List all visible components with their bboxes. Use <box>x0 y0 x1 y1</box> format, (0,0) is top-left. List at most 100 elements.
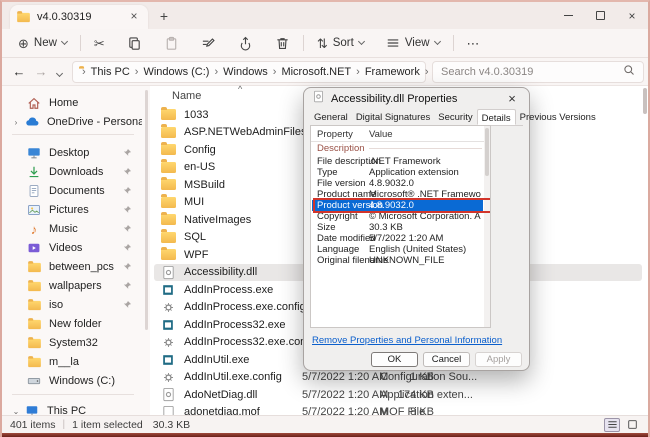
chevron-down-icon <box>55 69 62 76</box>
copy-button[interactable] <box>121 33 148 54</box>
property-value: 4.8.9032.0 <box>369 200 481 211</box>
sidebar-item-system32[interactable]: System32 <box>2 334 142 352</box>
tab-previous-versions[interactable]: Previous Versions <box>516 110 600 125</box>
property-row[interactable]: LanguageEnglish (United States) <box>312 244 483 255</box>
file-name: AdoNetDiag.dll <box>184 389 257 401</box>
property-column-header: Property <box>317 129 353 140</box>
property-row[interactable]: Size30.3 KB <box>312 222 483 233</box>
forward-button[interactable]: → <box>30 64 52 79</box>
breadcrumb-windows[interactable]: Windows <box>221 66 270 78</box>
property-row[interactable]: File version4.8.9032.0 <box>312 178 483 189</box>
expand-chevron-icon[interactable]: › <box>8 118 24 127</box>
folder-icon <box>26 259 42 275</box>
rename-button[interactable] <box>195 33 222 54</box>
sidebar-item-downloads[interactable]: Downloads <box>2 163 142 181</box>
property-row[interactable]: Date modified5/7/2022 1:20 AM <box>312 233 483 244</box>
sidebar-item-pictures[interactable]: Pictures <box>2 201 142 219</box>
selection-size: 30.3 KB <box>153 419 190 431</box>
large-thumbnails-view-toggle[interactable] <box>624 418 640 432</box>
tab-close-icon[interactable]: × <box>126 9 142 25</box>
name-column-header[interactable]: Name <box>172 90 201 102</box>
back-button[interactable]: ← <box>8 64 30 79</box>
size-cell: 1 KB <box>382 371 434 383</box>
sidebar-item-music[interactable]: ♪ Music <box>2 220 142 238</box>
maximize-button[interactable] <box>584 2 616 29</box>
ok-button[interactable]: OK <box>371 352 418 367</box>
file-row[interactable]: AdoNetDiag.dll5/7/2022 1:20 AMApplicatio… <box>154 386 642 404</box>
close-button[interactable]: × <box>616 2 648 29</box>
property-value: .NET Framework <box>369 156 481 167</box>
copy-icon <box>127 36 142 51</box>
ellipsis-icon: ⋯ <box>467 37 480 50</box>
config-file-icon <box>160 369 176 385</box>
sidebar-item-label: m__la <box>49 356 79 368</box>
details-view-toggle[interactable] <box>604 418 620 432</box>
sidebar-item-label: Videos <box>49 242 82 254</box>
delete-button[interactable] <box>269 33 296 54</box>
property-row-product-version[interactable]: Product version4.8.9032.0 <box>312 200 483 211</box>
share-button[interactable] <box>232 33 259 54</box>
sheet-scrollbar[interactable] <box>484 126 490 327</box>
sidebar-item-desktop[interactable]: Desktop <box>2 144 142 162</box>
file-name: ASP.NETWebAdminFiles <box>184 126 306 138</box>
tab-general[interactable]: General <box>310 110 352 125</box>
search-input[interactable] <box>441 66 623 78</box>
sidebar-item-wallpapers[interactable]: wallpapers <box>2 277 142 295</box>
sidebar-item-iso[interactable]: iso <box>2 296 142 314</box>
sidebar-item-between-pcs[interactable]: between_pcs <box>2 258 142 276</box>
breadcrumb-framework[interactable]: Framework <box>363 66 422 78</box>
dialog-close-icon[interactable]: × <box>503 91 521 106</box>
sidebar-item-this-pc[interactable]: ⌄ This PC <box>2 402 142 415</box>
sidebar-item-windows-c[interactable]: Windows (C:) <box>2 372 142 390</box>
property-row[interactable]: Product nameMicrosoft® .NET Framework <box>312 189 483 200</box>
drive-icon <box>26 373 42 389</box>
cancel-button[interactable]: Cancel <box>423 352 470 367</box>
sidebar-scrollbar[interactable] <box>145 90 148 330</box>
search-box <box>432 61 644 83</box>
collapse-chevron-icon[interactable]: ⌄ <box>8 407 24 416</box>
size-cell: 174 KB <box>382 389 434 401</box>
dialog-buttons: OK Cancel Apply <box>371 352 522 367</box>
sidebar-item-label: Windows (C:) <box>49 375 115 387</box>
sidebar-item-m-la[interactable]: m__la <box>2 353 142 371</box>
sidebar-item-videos[interactable]: Videos <box>2 239 142 257</box>
file-row[interactable]: AddInUtil.exe.config5/7/2022 1:20 AMConf… <box>154 369 642 387</box>
sort-button[interactable]: ⇅ Sort <box>311 34 370 53</box>
explorer-tab[interactable]: v4.0.30319 × <box>10 5 148 29</box>
file-name: AddInUtil.exe.config <box>184 371 282 383</box>
property-row[interactable]: File description.NET Framework <box>312 156 483 167</box>
window-controls: × <box>552 2 648 29</box>
maximize-icon <box>596 11 605 20</box>
see-more-button[interactable]: ⋯ <box>461 34 486 53</box>
sidebar-item-home[interactable]: Home <box>2 94 142 112</box>
dll-file-icon <box>312 90 325 108</box>
sidebar-item-label: This PC <box>47 405 86 415</box>
rename-icon <box>201 36 216 51</box>
sidebar-item-onedrive[interactable]: › OneDrive - Personal <box>2 113 142 131</box>
breadcrumb-windows-c[interactable]: Windows (C:) <box>141 66 211 78</box>
property-row[interactable]: Original filenameUNKNOWN_FILE <box>312 255 483 266</box>
tab-details[interactable]: Details <box>477 109 516 125</box>
new-tab-button[interactable]: + <box>154 8 174 26</box>
remove-properties-link[interactable]: Remove Properties and Personal Informati… <box>312 335 502 346</box>
sidebar-item-new-folder[interactable]: New folder <box>2 315 142 333</box>
sidebar-item-label: Home <box>49 97 78 109</box>
minimize-button[interactable] <box>552 2 584 29</box>
cut-button[interactable]: ✂ <box>88 34 111 53</box>
property-row[interactable]: Copyright© Microsoft Corporation. All ri… <box>312 211 483 222</box>
breadcrumb-microsoft-net[interactable]: Microsoft.NET <box>279 66 353 78</box>
recent-locations-button[interactable] <box>52 63 66 81</box>
folder-icon <box>160 212 176 228</box>
tab-security[interactable]: Security <box>434 110 476 125</box>
file-name: SQL <box>184 231 206 243</box>
sidebar-item-documents[interactable]: Documents <box>2 182 142 200</box>
file-list-scrollbar[interactable] <box>643 88 647 114</box>
property-row[interactable]: TypeApplication extension <box>312 167 483 178</box>
paste-button[interactable] <box>158 33 185 54</box>
view-button[interactable]: View <box>380 33 446 53</box>
tab-digital-signatures[interactable]: Digital Signatures <box>352 110 434 125</box>
sort-ascending-icon: ^ <box>238 84 242 94</box>
new-button[interactable]: ⊕ New <box>12 34 73 53</box>
breadcrumb-this-pc[interactable]: This PC <box>89 66 132 78</box>
file-name: AddInProcess.exe.config <box>184 301 306 313</box>
